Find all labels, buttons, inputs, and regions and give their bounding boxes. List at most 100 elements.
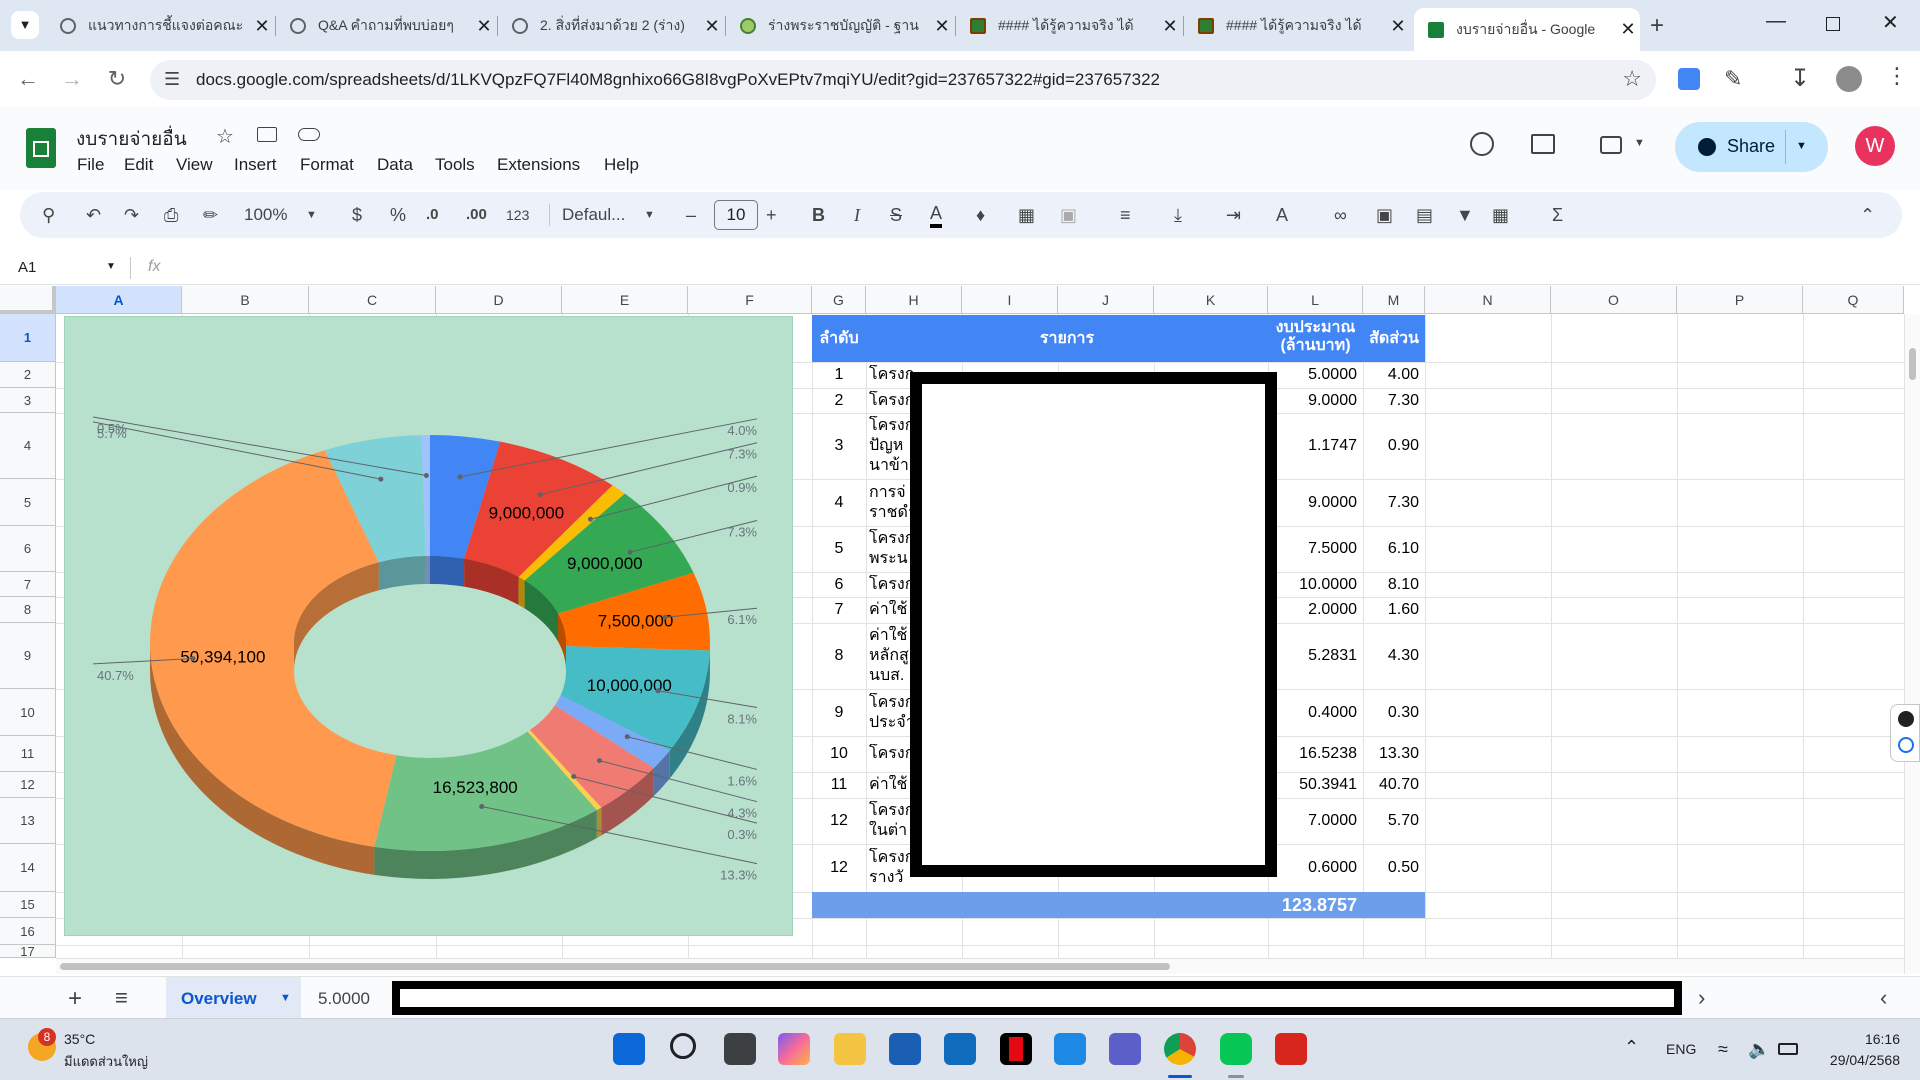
menu-edit[interactable]: Edit bbox=[124, 155, 153, 175]
column-header-m[interactable]: M bbox=[1363, 286, 1425, 314]
increase-decimal-button[interactable]: .00 bbox=[466, 202, 487, 228]
teams-icon[interactable] bbox=[1109, 1033, 1141, 1065]
row-header-2[interactable]: 2 bbox=[0, 362, 56, 388]
explore-icon[interactable]: ‹ bbox=[1880, 985, 1887, 1011]
file-explorer-icon[interactable] bbox=[834, 1033, 866, 1065]
menu-file[interactable]: File bbox=[77, 155, 104, 175]
hp-app-icon[interactable] bbox=[1054, 1033, 1086, 1065]
profile-icon[interactable] bbox=[1836, 66, 1862, 92]
search-icon[interactable] bbox=[670, 1033, 696, 1059]
forward-button[interactable]: → bbox=[58, 65, 86, 93]
browser-tab[interactable]: #### ได้รู้ความจริง ได้ ✕ bbox=[956, 9, 1182, 43]
column-header-b[interactable]: B bbox=[182, 286, 309, 314]
row-header-15[interactable]: 15 bbox=[0, 892, 56, 918]
vertical-align-icon[interactable]: ⤓ bbox=[1174, 202, 1182, 228]
row-number[interactable]: 4 bbox=[812, 479, 866, 526]
zoom-select[interactable]: 100% bbox=[244, 202, 287, 228]
text-color-button[interactable]: A bbox=[930, 202, 943, 228]
column-header-g[interactable]: G bbox=[812, 286, 866, 314]
undo-icon[interactable]: ↶ bbox=[86, 202, 101, 228]
collapse-toolbar-icon[interactable]: ⌃ bbox=[1860, 202, 1875, 228]
budget-value[interactable]: 10.0000 bbox=[1268, 572, 1357, 597]
name-box-dropdown-icon[interactable]: ▼ bbox=[106, 261, 116, 272]
row-number[interactable]: 9 bbox=[812, 689, 866, 736]
increase-font-size-button[interactable]: + bbox=[766, 202, 777, 228]
column-header-o[interactable]: O bbox=[1551, 286, 1677, 314]
column-header-j[interactable]: J bbox=[1058, 286, 1154, 314]
row-header-5[interactable]: 5 bbox=[0, 479, 56, 526]
budget-value[interactable]: 7.5000 bbox=[1268, 526, 1357, 572]
vertical-scrollbar[interactable] bbox=[1904, 314, 1920, 974]
column-header-c[interactable]: C bbox=[309, 286, 436, 314]
ratio-value[interactable]: 0.90 bbox=[1363, 413, 1419, 479]
ratio-value[interactable]: 8.10 bbox=[1363, 572, 1419, 597]
language-indicator[interactable]: ENG bbox=[1666, 1041, 1696, 1057]
paint-format-icon[interactable]: ✏ bbox=[203, 202, 218, 228]
row-header-9[interactable]: 9 bbox=[0, 623, 56, 689]
total-value[interactable]: 123.8757 bbox=[1268, 892, 1357, 918]
zoom-dropdown-icon[interactable]: ▼ bbox=[306, 202, 317, 228]
functions-icon[interactable]: Σ bbox=[1552, 202, 1563, 228]
bookmark-star-icon[interactable]: ☆ bbox=[1622, 66, 1642, 92]
volume-icon[interactable]: 🔈 bbox=[1748, 1039, 1770, 1060]
horizontal-align-icon[interactable]: ≡ bbox=[1120, 202, 1131, 228]
all-sheets-button[interactable]: ≡ bbox=[115, 985, 128, 1011]
bold-button[interactable]: B bbox=[812, 202, 825, 228]
row-header-3[interactable]: 3 bbox=[0, 388, 56, 413]
row-number[interactable]: 6 bbox=[812, 572, 866, 597]
close-widget-icon[interactable] bbox=[1898, 711, 1914, 727]
wifi-icon[interactable]: ≈ bbox=[1718, 1039, 1728, 1060]
close-window-button[interactable]: ✕ bbox=[1882, 10, 1899, 35]
text-wrapping-icon[interactable]: ⇥ bbox=[1226, 202, 1241, 228]
close-tab-icon[interactable]: ✕ bbox=[930, 16, 954, 37]
move-folder-icon[interactable] bbox=[257, 127, 277, 142]
row-header-1[interactable]: 1 bbox=[0, 314, 56, 362]
row-number[interactable]: 3 bbox=[812, 413, 866, 479]
meet-dropdown-icon[interactable]: ▼ bbox=[1634, 137, 1645, 149]
chrome-icon[interactable] bbox=[1164, 1033, 1196, 1065]
font-dropdown-icon[interactable]: ▼ bbox=[644, 202, 655, 228]
line-icon[interactable] bbox=[1220, 1033, 1252, 1065]
ratio-value[interactable]: 1.60 bbox=[1363, 597, 1419, 623]
restore-button[interactable] bbox=[1826, 17, 1840, 31]
ratio-value[interactable]: 5.70 bbox=[1363, 798, 1419, 844]
number-format-button[interactable]: 123 bbox=[506, 202, 529, 228]
row-header-7[interactable]: 7 bbox=[0, 572, 56, 597]
column-header-i[interactable]: I bbox=[962, 286, 1058, 314]
tab-search-button[interactable]: ▼ bbox=[11, 11, 39, 39]
show-hidden-icons[interactable]: ⌃ bbox=[1624, 1037, 1639, 1058]
insert-comment-icon[interactable]: ▣ bbox=[1376, 202, 1393, 228]
task-view-icon[interactable] bbox=[724, 1033, 756, 1065]
sheet-tab-dropdown-icon[interactable]: ▼ bbox=[280, 992, 291, 1004]
browser-tab[interactable]: แนวทางการชี้แจงต่อคณะ ✕ bbox=[46, 9, 274, 43]
extensions-icon[interactable]: ✎ bbox=[1724, 66, 1742, 92]
outlook-icon[interactable] bbox=[944, 1033, 976, 1065]
name-box[interactable]: A1 bbox=[18, 259, 36, 276]
decrease-decimal-button[interactable]: .0 bbox=[426, 202, 439, 228]
menu-tools[interactable]: Tools bbox=[435, 155, 475, 175]
share-button[interactable]: Share ▼ bbox=[1675, 122, 1828, 172]
menu-format[interactable]: Format bbox=[300, 155, 354, 175]
insert-chart-icon[interactable]: ▤ bbox=[1416, 202, 1433, 228]
column-header-q[interactable]: Q bbox=[1803, 286, 1904, 314]
battery-icon[interactable] bbox=[1778, 1043, 1798, 1055]
browser-tab[interactable]: 2. สิ่งที่ส่งมาด้วย 2 (ร่าง) ✕ bbox=[498, 9, 724, 43]
row-number[interactable]: 2 bbox=[812, 388, 866, 413]
filter-views-icon[interactable]: ▦ bbox=[1492, 202, 1509, 228]
print-icon[interactable]: ⎙ bbox=[164, 202, 178, 228]
menu-extensions[interactable]: Extensions bbox=[497, 155, 580, 175]
budget-value[interactable]: 9.0000 bbox=[1268, 479, 1357, 526]
netflix-icon[interactable] bbox=[1000, 1033, 1032, 1065]
row-number[interactable]: 5 bbox=[812, 526, 866, 572]
row-header-11[interactable]: 11 bbox=[0, 736, 56, 772]
close-tab-icon[interactable]: ✕ bbox=[700, 16, 724, 37]
row-number[interactable]: 8 bbox=[812, 623, 866, 689]
row-header-6[interactable]: 6 bbox=[0, 526, 56, 572]
column-header-d[interactable]: D bbox=[436, 286, 562, 314]
ratio-value[interactable]: 4.30 bbox=[1363, 623, 1419, 689]
browser-tab[interactable]: #### ได้รู้ความจริง ได้ ✕ bbox=[1184, 9, 1410, 43]
menu-help[interactable]: Help bbox=[604, 155, 639, 175]
menu-data[interactable]: Data bbox=[377, 155, 413, 175]
search-menus-icon[interactable]: ⚲ bbox=[42, 202, 55, 228]
formula-input[interactable] bbox=[180, 255, 1880, 281]
